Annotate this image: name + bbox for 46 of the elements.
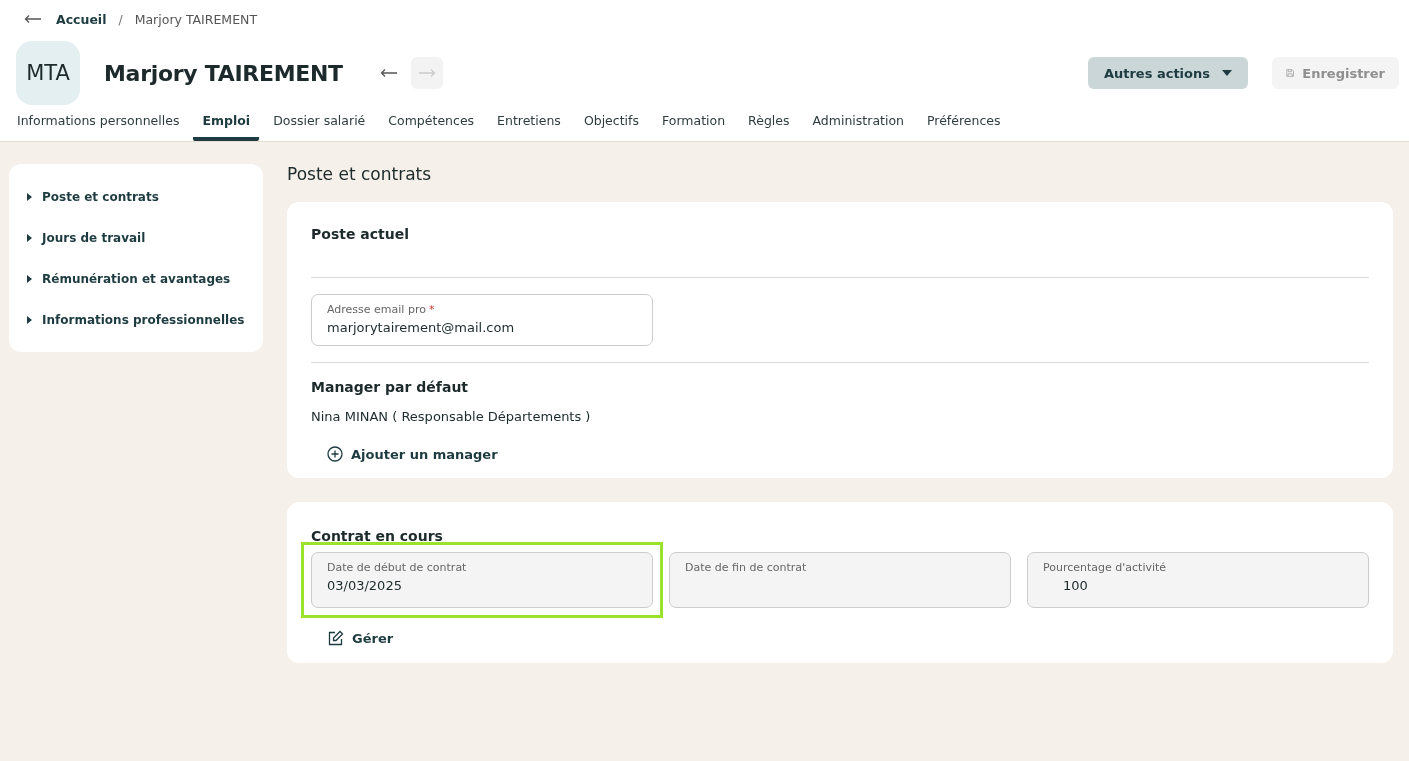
tab[interactable]: Objectifs — [574, 111, 648, 141]
field-label: Pourcentage d'activité — [1043, 561, 1168, 574]
tab[interactable]: Préférences — [918, 111, 1010, 141]
page-title: Poste et contrats — [287, 164, 433, 184]
tab[interactable]: Informations personnelles — [8, 111, 189, 141]
date-field[interactable]: Date de fin de contrat — [669, 552, 1011, 608]
tab[interactable]: Règles — [739, 111, 799, 141]
edit-icon — [327, 630, 344, 647]
sidebar-item[interactable]: Poste et contrats — [9, 176, 263, 217]
breadcrumb-separator: / — [118, 11, 123, 27]
tab[interactable]: Dossier salarié — [264, 111, 375, 141]
manager-name: Nina MINAN ( Responsable Départements ) — [311, 409, 592, 424]
section-title: Poste actuel — [311, 226, 410, 242]
field-label: Adresse email pro — [327, 303, 426, 316]
breadcrumb-current: Marjory TAIREMENT — [134, 11, 258, 27]
more-actions-button[interactable]: Autres actions — [1087, 57, 1248, 89]
sidebar-item[interactable]: Rémunération et avantages — [9, 258, 263, 299]
breadcrumb-link[interactable]: Accueil — [56, 11, 107, 27]
required-mark: * — [428, 303, 435, 316]
avatar: MTA — [16, 41, 80, 105]
date-field[interactable]: Pourcentage d'activité 100 — [1027, 552, 1369, 608]
sidebar-item[interactable]: Jours de travail — [9, 217, 263, 258]
tab[interactable]: Emploi — [193, 111, 260, 141]
tab[interactable]: Administration — [803, 111, 913, 141]
tab[interactable]: Entretiens — [488, 111, 570, 141]
caret-icon — [1222, 70, 1232, 76]
field-label: Date de début de contrat — [327, 561, 468, 574]
triangle-icon — [27, 315, 32, 324]
manage-button[interactable]: Gérer — [323, 626, 398, 651]
field-label: Date de fin de contrat — [685, 561, 808, 574]
date-field[interactable]: Date de début de contrat 03/03/2025 — [311, 552, 653, 608]
tab[interactable]: Formation — [653, 111, 735, 141]
add-manager-button[interactable]: Ajouter un manager — [323, 442, 502, 466]
section-title: Contrat en cours — [311, 528, 444, 544]
employee-name: Marjory TAIREMENT — [104, 60, 343, 86]
back-arrow-icon[interactable] — [24, 14, 42, 24]
triangle-icon — [27, 192, 32, 201]
sidebar-item[interactable]: Informations professionnelles — [9, 299, 263, 340]
email-field[interactable]: Adresse email pro * marjorytairement@mail.com — [311, 294, 653, 346]
triangle-icon — [27, 233, 32, 242]
triangle-icon — [27, 274, 32, 283]
plus-circle-icon — [327, 446, 343, 462]
section-title: Manager par défaut — [311, 379, 470, 395]
right-arrow-icon — [417, 68, 436, 78]
left-arrow-icon — [379, 68, 398, 78]
tab[interactable]: Compétences — [379, 111, 484, 141]
